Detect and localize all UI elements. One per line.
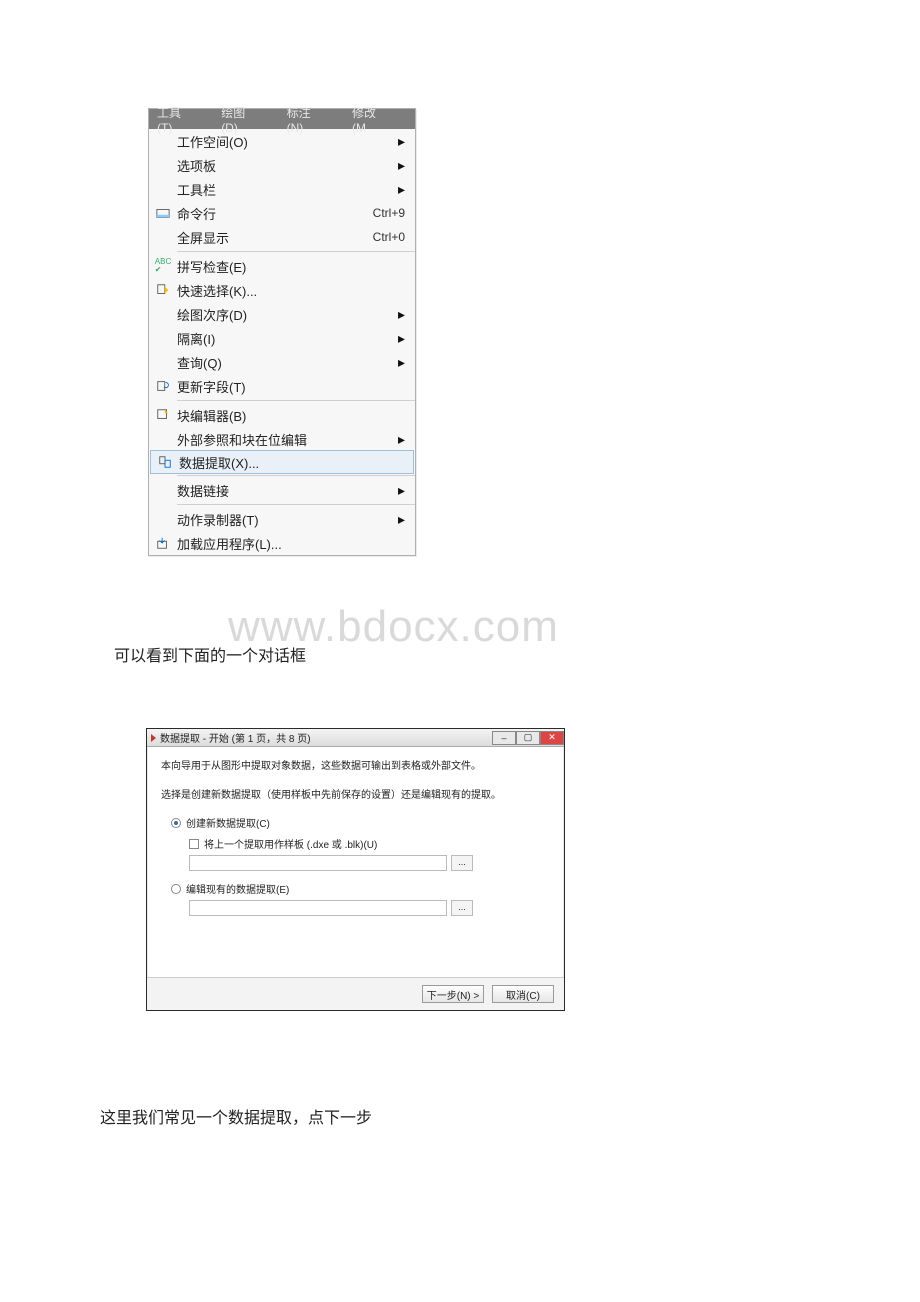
menu-item-label: 快速选择(K)... [177, 281, 405, 300]
maximize-button[interactable]: ▢ [516, 731, 540, 745]
dialog-body: 本向导用于从图形中提取对象数据，这些数据可输出到表格或外部文件。 选择是创建新数… [147, 747, 564, 977]
blk-icon [149, 408, 177, 422]
menu-item-label: 命令行 [177, 204, 373, 223]
menu-item[interactable]: 绘图次序(D)▸ [149, 302, 415, 326]
menu-item-label: 查询(Q) [177, 353, 398, 372]
dialog-intro-2: 选择是创建新数据提取（使用样板中先前保存的设置）还是编辑现有的提取。 [161, 786, 550, 801]
data-extraction-dialog: 数据提取 - 开始 (第 1 页，共 8 页) – ▢ ✕ 本向导用于从图形中提… [146, 728, 565, 1011]
ext-icon [151, 455, 179, 469]
menu-header-tools[interactable]: 工具(T) [157, 104, 193, 135]
abc-icon: ABC✔ [149, 258, 177, 274]
menu-item[interactable]: 全屏显示Ctrl+0 [149, 225, 415, 249]
upd-icon [149, 379, 177, 393]
radio-create-new-label: 创建新数据提取(C) [186, 815, 270, 830]
submenu-arrow-icon: ▸ [398, 483, 405, 497]
checkbox-use-template[interactable]: 将上一个提取用作样板 (.dxe 或 .blk)(U) [189, 836, 550, 851]
dialog-title-bar: 数据提取 - 开始 (第 1 页，共 8 页) – ▢ ✕ [147, 729, 564, 747]
submenu-arrow-icon: ▸ [398, 182, 405, 196]
radio-edit-existing[interactable]: 编辑现有的数据提取(E) [171, 881, 550, 896]
menu-item[interactable]: 选项板▸ [149, 153, 415, 177]
load-icon [149, 536, 177, 550]
menu-separator [177, 400, 415, 401]
dialog-footer: 下一步(N) > 取消(C) [147, 977, 564, 1010]
existing-path-input[interactable] [189, 900, 447, 916]
menu-item-label: 隔离(I) [177, 329, 398, 348]
menu-item[interactable]: 隔离(I)▸ [149, 326, 415, 350]
checkbox-template-label: 将上一个提取用作样板 (.dxe 或 .blk)(U) [204, 836, 377, 851]
qsel-icon [149, 283, 177, 297]
submenu-arrow-icon: ▸ [398, 158, 405, 172]
menu-item[interactable]: 动作录制器(T)▸ [149, 507, 415, 531]
menu-item-shortcut: Ctrl+9 [373, 206, 405, 220]
menu-item[interactable]: 命令行Ctrl+9 [149, 201, 415, 225]
menu-item[interactable]: 块编辑器(B) [149, 403, 415, 427]
window-buttons: – ▢ ✕ [492, 731, 564, 745]
menu-header-modify[interactable]: 修改(M [352, 104, 387, 135]
menu-item-label: 拼写检查(E) [177, 257, 405, 276]
menu-item-label: 工作空间(O) [177, 132, 398, 151]
submenu-arrow-icon: ▸ [398, 307, 405, 321]
cancel-button[interactable]: 取消(C) [492, 985, 554, 1003]
minimize-button[interactable]: – [492, 731, 516, 745]
submenu-arrow-icon: ▸ [398, 432, 405, 446]
menu-item-label: 工具栏 [177, 180, 398, 199]
dialog-title: 数据提取 - 开始 (第 1 页，共 8 页) [160, 730, 492, 745]
next-button[interactable]: 下一步(N) > [422, 985, 484, 1003]
menu-item[interactable]: 工作空间(O)▸ [149, 129, 415, 153]
dialog-intro-1: 本向导用于从图形中提取对象数据，这些数据可输出到表格或外部文件。 [161, 757, 550, 772]
existing-browse-button[interactable]: ... [451, 900, 473, 916]
submenu-arrow-icon: ▸ [398, 331, 405, 345]
menu-item[interactable]: 查询(Q)▸ [149, 350, 415, 374]
menu-item-label: 加载应用程序(L)... [177, 534, 405, 553]
menu-item-label: 更新字段(T) [177, 377, 405, 396]
menu-item[interactable]: 快速选择(K)... [149, 278, 415, 302]
radio-icon [171, 884, 181, 894]
menu-item[interactable]: 外部参照和块在位编辑▸ [149, 427, 415, 451]
tools-menu: 工具(T) 绘图(D) 标注(N) 修改(M 工作空间(O)▸选项板▸工具栏▸命… [148, 108, 416, 556]
paragraph-2: 这里我们常见一个数据提取，点下一步 [100, 1104, 372, 1128]
cmd-icon [149, 206, 177, 220]
checkbox-icon [189, 839, 199, 849]
menu-item-label: 外部参照和块在位编辑 [177, 430, 398, 449]
menu-item[interactable]: 数据提取(X)... [150, 450, 414, 474]
menu-header-bar: 工具(T) 绘图(D) 标注(N) 修改(M [149, 109, 415, 129]
template-path-input[interactable] [189, 855, 447, 871]
submenu-arrow-icon: ▸ [398, 355, 405, 369]
menu-separator [177, 504, 415, 505]
radio-icon [171, 818, 181, 828]
menu-separator [177, 475, 415, 476]
menu-item-label: 选项板 [177, 156, 398, 175]
submenu-arrow-icon: ▸ [398, 134, 405, 148]
radio-create-new[interactable]: 创建新数据提取(C) [171, 815, 550, 830]
menu-item-label: 块编辑器(B) [177, 406, 405, 425]
menu-item[interactable]: 更新字段(T) [149, 374, 415, 398]
menu-item-label: 数据提取(X)... [179, 453, 403, 472]
menu-separator [177, 251, 415, 252]
menu-item[interactable]: ABC✔拼写检查(E) [149, 254, 415, 278]
menu-item[interactable]: 加载应用程序(L)... [149, 531, 415, 555]
menu-header-draw[interactable]: 绘图(D) [221, 104, 258, 135]
menu-header-annotate[interactable]: 标注(N) [287, 104, 324, 135]
menu-item-label: 动作录制器(T) [177, 510, 398, 529]
template-path-row: ... [189, 855, 550, 871]
menu-item-label: 全屏显示 [177, 228, 373, 247]
radio-edit-existing-label: 编辑现有的数据提取(E) [186, 881, 289, 896]
menu-item[interactable]: 数据链接▸ [149, 478, 415, 502]
close-button[interactable]: ✕ [540, 731, 564, 745]
menu-item-label: 数据链接 [177, 481, 398, 500]
menu-item-shortcut: Ctrl+0 [373, 230, 405, 244]
submenu-arrow-icon: ▸ [398, 512, 405, 526]
menu-item-label: 绘图次序(D) [177, 305, 398, 324]
menu-item[interactable]: 工具栏▸ [149, 177, 415, 201]
paragraph-1: 可以看到下面的一个对话框 [114, 642, 306, 666]
app-icon [151, 734, 156, 742]
existing-path-row: ... [189, 900, 550, 916]
menu-body: 工作空间(O)▸选项板▸工具栏▸命令行Ctrl+9全屏显示Ctrl+0ABC✔拼… [149, 129, 415, 555]
template-browse-button[interactable]: ... [451, 855, 473, 871]
